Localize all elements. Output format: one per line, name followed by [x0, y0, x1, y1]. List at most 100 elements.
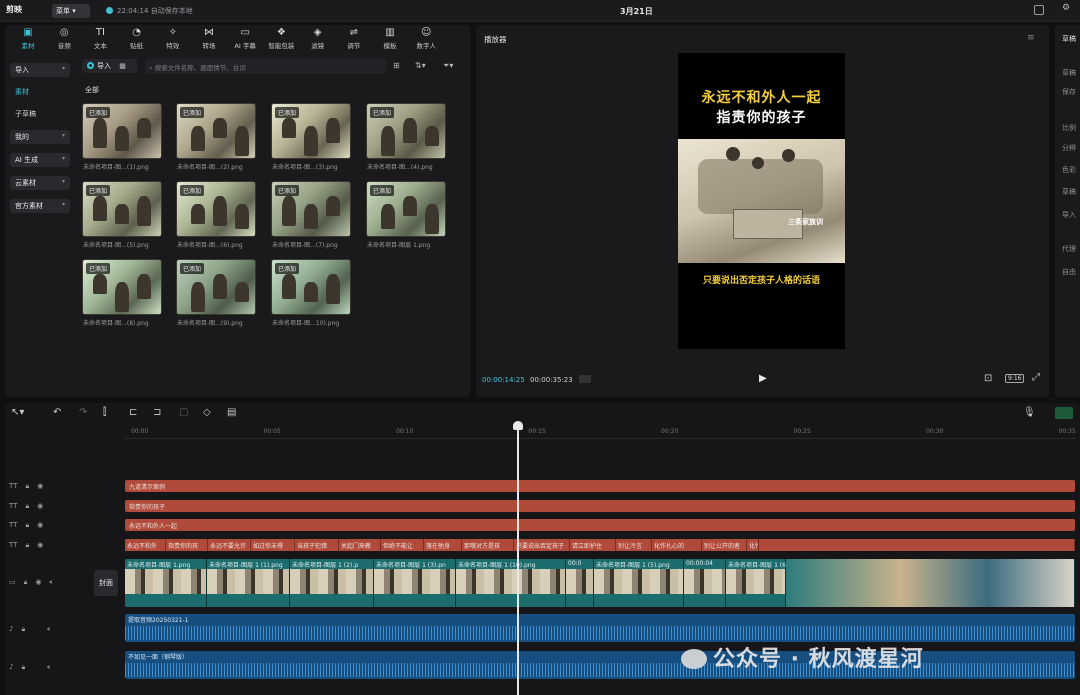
lock-icon[interactable]: 🔒︎: [25, 482, 29, 490]
caption-clip[interactable]: [759, 539, 1075, 551]
layout-icon[interactable]: [1034, 5, 1044, 15]
tool-tab-3[interactable]: TI 文本: [82, 26, 118, 52]
search-input[interactable]: ⌕ 搜索文件名称、画面情节、台词: [145, 59, 387, 74]
sidebar-item-5[interactable]: AI 生成 ▾: [10, 153, 70, 167]
timecode-format-icon[interactable]: [579, 375, 591, 383]
media-thumbnail[interactable]: 已添加: [176, 181, 256, 237]
timeline-toggle-icon[interactable]: [1055, 407, 1073, 419]
caption-clip[interactable]: 化作: [747, 539, 759, 551]
video-clip[interactable]: 未命名项目-图层 1 (5).png: [594, 559, 684, 607]
video-clip[interactable]: 未命名项目-图层 1.png: [125, 559, 207, 607]
eye-icon[interactable]: ◉: [37, 541, 43, 549]
caption-clip[interactable]: 别让公开的者: [702, 539, 747, 551]
fullscreen-icon[interactable]: ⤢: [1032, 372, 1040, 383]
caption-clip[interactable]: 但绝不能让: [381, 539, 424, 551]
media-thumbnail[interactable]: 已添加: [271, 103, 351, 159]
lock-icon[interactable]: 🔒︎: [25, 521, 29, 529]
tool-tab-9[interactable]: ◈ 滤镜: [300, 26, 336, 52]
volume-icon[interactable]: 🔈︎: [49, 578, 53, 586]
tool-tab-8[interactable]: ❖ 智能包装: [263, 26, 299, 52]
menu-button[interactable]: 菜单 ▾: [52, 4, 90, 18]
media-thumbnail[interactable]: 已添加: [176, 103, 256, 159]
caption-clip[interactable]: 永远不和外: [125, 539, 166, 551]
sidebar-item-3[interactable]: 子草稿: [10, 107, 70, 121]
lock-icon[interactable]: 🔒︎: [25, 541, 29, 549]
media-thumbnail[interactable]: 已添加: [271, 259, 351, 315]
select-tool-icon[interactable]: ↖▾: [11, 407, 24, 418]
video-preview[interactable]: 永远不和外人一起 指责你的孩子 三条家族训 只要说出否定孩子人格的话语: [678, 53, 845, 349]
video-clip[interactable]: 未命名项目-图层 1 (1).png: [207, 559, 290, 607]
playhead-handle[interactable]: [513, 421, 523, 430]
volume-icon[interactable]: 🔈︎: [47, 625, 51, 633]
tool-tab-1[interactable]: ▣ 素材: [10, 26, 46, 52]
sidebar-item-2[interactable]: 素材: [10, 85, 70, 99]
video-clip[interactable]: 未命名项目-图层 1 (2).p: [290, 559, 374, 607]
eye-icon[interactable]: ◉: [37, 502, 43, 510]
grid-view-icon[interactable]: ▦: [119, 62, 126, 70]
audio-clip-2[interactable]: 不如见一面（钢琴版）: [125, 651, 1075, 679]
sidebar-item-1[interactable]: 导入 ▾: [10, 63, 70, 77]
video-clip[interactable]: [786, 559, 1075, 607]
zoom-icon[interactable]: ⊡: [984, 373, 992, 384]
audio-clip-1[interactable]: 提取音频20250321-1: [125, 614, 1075, 642]
caption-clip[interactable]: 别让冷言: [616, 539, 652, 551]
media-thumbnail[interactable]: 已添加: [366, 181, 446, 237]
media-thumbnail[interactable]: 已添加: [366, 103, 446, 159]
media-thumbnail[interactable]: 已添加: [176, 259, 256, 315]
play-button[interactable]: ▶: [759, 373, 767, 384]
caption-clip[interactable]: 化作扎心的: [652, 539, 702, 551]
tool-tab-5[interactable]: ✧ 特效: [155, 26, 191, 52]
tool-tab-12[interactable]: ☺ 数字人: [408, 26, 444, 52]
media-thumbnail[interactable]: 已添加: [82, 259, 162, 315]
video-clip[interactable]: 00:00:04: [684, 559, 726, 607]
eye-icon[interactable]: ◉: [37, 482, 43, 490]
sidebar-item-6[interactable]: 云素材 ▾: [10, 176, 70, 190]
text-clip-2[interactable]: 指责你的孩子: [125, 500, 1075, 512]
caption-clip[interactable]: 永远不要允许: [208, 539, 251, 551]
tool-tab-10[interactable]: ⇌ 调节: [336, 26, 372, 52]
sidebar-item-4[interactable]: 我的 ▾: [10, 130, 70, 144]
eye-icon[interactable]: ◉: [37, 521, 43, 529]
redo-icon[interactable]: ↷: [79, 407, 87, 418]
tool-tab-4[interactable]: ◔ 贴纸: [119, 26, 155, 52]
caption-clip[interactable]: 那哦对方是孩: [462, 539, 514, 551]
player-menu-icon[interactable]: ≡: [1027, 33, 1035, 43]
caption-edit-icon[interactable]: ▤: [227, 407, 236, 418]
caption-clip[interactable]: 只要说出否定孩子: [514, 539, 570, 551]
video-clip[interactable]: 未命名项目-图层 1 (10).png: [456, 559, 566, 607]
filter-icon[interactable]: ⏷▾: [443, 61, 453, 71]
volume-icon[interactable]: 🔈︎: [47, 663, 51, 671]
lock-icon[interactable]: 🔒︎: [24, 578, 28, 586]
media-thumbnail[interactable]: 已添加: [82, 103, 162, 159]
tool-tab-6[interactable]: ⋈ 转场: [191, 26, 227, 52]
import-tab[interactable]: 导入 ▦: [82, 59, 137, 73]
delete-icon[interactable]: ▢: [179, 407, 188, 418]
sidebar-item-7[interactable]: 官方素材 ▾: [10, 199, 70, 213]
lock-icon[interactable]: 🔒︎: [25, 502, 29, 510]
marker-icon[interactable]: ◇: [203, 407, 211, 418]
cover-button[interactable]: 封面: [94, 570, 118, 596]
aspect-ratio-button[interactable]: 9:16: [1005, 374, 1025, 383]
caption-clip[interactable]: 关起门来教: [339, 539, 381, 551]
microphone-icon[interactable]: 🎙: [1023, 407, 1036, 418]
tool-tab-7[interactable]: ▭ AI 字幕: [227, 26, 263, 52]
video-clip[interactable]: 未命名项目-图层 1 (6: [726, 559, 786, 607]
trim-right-icon[interactable]: ⊐: [153, 407, 161, 418]
caption-clip[interactable]: 当孩子犯错: [295, 539, 339, 551]
caption-clip[interactable]: 如过你未得: [251, 539, 295, 551]
settings-icon[interactable]: ⚙: [1062, 3, 1070, 13]
playhead[interactable]: [517, 423, 519, 695]
lock-icon[interactable]: 🔒︎: [21, 625, 25, 633]
trim-left-icon[interactable]: ⊏: [129, 407, 137, 418]
sort-icon[interactable]: ⇅▾: [415, 61, 426, 70]
tool-tab-11[interactable]: ▥ 模板: [372, 26, 408, 52]
split-icon[interactable]: ⫿: [103, 407, 106, 418]
undo-icon[interactable]: ↶: [53, 407, 61, 418]
eye-icon[interactable]: ◉: [35, 578, 41, 586]
text-clip-1[interactable]: 九道清示案例: [125, 480, 1075, 492]
tool-tab-2[interactable]: ◎ 音频: [46, 26, 82, 52]
text-clip-3[interactable]: 永远不和外人一起: [125, 519, 1075, 531]
time-ruler[interactable]: 00:00 00:05 00:10 00:15 00:20 00:25 00:30 00:35: [125, 425, 1076, 439]
caption-clip[interactable]: 落在他身: [424, 539, 462, 551]
caption-clip[interactable]: 指责你的孩: [166, 539, 208, 551]
